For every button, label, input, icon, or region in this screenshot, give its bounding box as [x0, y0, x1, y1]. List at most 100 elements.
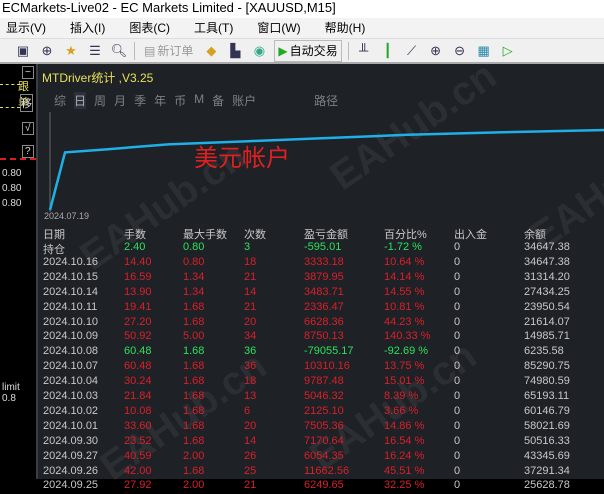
- tab-3[interactable]: 月: [114, 92, 126, 109]
- zoom-out-icon[interactable]: ⊖: [451, 42, 469, 60]
- tab-1[interactable]: 日: [74, 92, 87, 109]
- cell: 20: [244, 419, 257, 432]
- cell: 23950.54: [524, 300, 570, 313]
- cell: 0: [454, 360, 461, 373]
- cell: 16.24 %: [384, 449, 425, 462]
- cell: 11662.56: [304, 464, 350, 477]
- metaeditor-icon[interactable]: ◆: [202, 42, 220, 60]
- cell: 次数: [244, 229, 266, 241]
- tab-4[interactable]: 季: [134, 92, 146, 109]
- cell: 31314.20: [524, 270, 570, 283]
- cell: 1.68: [183, 360, 205, 373]
- tab-0[interactable]: 综: [54, 92, 66, 109]
- cell: 10310.16: [304, 360, 350, 373]
- zoom-in-icon[interactable]: ⊕: [427, 42, 445, 60]
- cell: 26: [244, 449, 257, 462]
- cell: 2024.10.15: [43, 270, 99, 283]
- auto-trading-icon: ▶: [278, 43, 288, 58]
- cell: 2.40: [124, 241, 146, 253]
- lot-value: 0.80: [2, 183, 22, 194]
- tab-9[interactable]: 账户: [232, 92, 256, 109]
- tab-8[interactable]: 备: [212, 92, 224, 109]
- menu-tools[interactable]: 工具(T): [194, 21, 233, 35]
- tab-6[interactable]: 币: [174, 92, 186, 109]
- table-row: 2024.09.26 42.00 1.68 25 11662.56 45.51 % 0 372…: [43, 465, 603, 480]
- menu-window[interactable]: 窗口(W): [257, 21, 300, 35]
- cell: 1.68: [183, 375, 205, 388]
- cell: 5046.32: [304, 390, 344, 402]
- bar-chart-icon[interactable]: ╨: [355, 42, 373, 60]
- terminal-icon[interactable]: ▙: [226, 42, 244, 60]
- cell: 34: [244, 330, 257, 343]
- cell: 25: [244, 464, 257, 477]
- line-chart-icon[interactable]: ⟋: [403, 42, 421, 60]
- cell: 2024.10.04: [43, 375, 99, 388]
- cell: 65193.11: [524, 390, 570, 402]
- menu-insert[interactable]: 插入(I): [70, 21, 105, 35]
- table-row: 2024.09.27 40.59 2.00 26 6054.35 16.24 % 0 4334…: [43, 450, 603, 465]
- check-button[interactable]: √: [22, 122, 34, 135]
- menu-charts[interactable]: 图表(C): [129, 21, 170, 35]
- crosshair-icon[interactable]: ⊕: [38, 42, 56, 60]
- move-button[interactable]: 移: [20, 94, 33, 112]
- cell: 8.39 %: [384, 390, 419, 402]
- cell: 27.92: [124, 479, 152, 492]
- cell: 0: [454, 330, 461, 343]
- navigator-icon[interactable]: ☰: [86, 42, 104, 60]
- cell: 50.92: [124, 330, 152, 343]
- signals-icon[interactable]: ◉: [250, 42, 268, 60]
- autoscroll-icon[interactable]: ▷: [499, 42, 517, 60]
- cell: 32.25 %: [384, 479, 425, 492]
- cell: 21: [244, 479, 257, 492]
- cell: 27434.25: [524, 285, 570, 298]
- cell: 余额: [524, 229, 546, 241]
- cell: 0.80: [183, 255, 205, 268]
- cell: 21: [244, 300, 257, 313]
- new-order-button[interactable]: ▤ 新订单: [141, 41, 196, 61]
- cell: 1.68: [183, 390, 205, 402]
- cell: 15.01 %: [384, 375, 425, 388]
- divider: [347, 41, 349, 60]
- cell: 1.68: [183, 434, 205, 447]
- favorites-icon[interactable]: ★: [62, 42, 80, 60]
- cell: 2125.10: [304, 404, 344, 417]
- cell: 盈亏金额: [304, 229, 348, 241]
- tab-2[interactable]: 周: [94, 92, 106, 109]
- period-tabs: 综日周月季年币 M 备账户 路径: [54, 92, 338, 109]
- cell: 2024.10.09: [43, 330, 99, 343]
- cell: 2.00: [183, 449, 205, 462]
- new-chart-icon[interactable]: ▣: [14, 42, 32, 60]
- cell: 21614.07: [524, 315, 570, 328]
- cell: 2024.10.14: [43, 285, 99, 298]
- auto-trading-label: 自动交易: [289, 44, 338, 58]
- cell: 19.41: [124, 300, 152, 313]
- auto-trading-button[interactable]: ▶ 自动交易: [274, 39, 342, 62]
- cell: 44.23 %: [384, 315, 425, 328]
- cell: 9787.48: [304, 375, 344, 388]
- cell: 85290.75: [524, 360, 570, 373]
- tab-5[interactable]: 年: [154, 92, 166, 109]
- window-title: ECMarkets-Live02 - EC Markets Limited - …: [0, 0, 604, 18]
- cell: 2.00: [183, 479, 205, 492]
- new-order-label: 新订单: [157, 44, 194, 58]
- cell: 0: [454, 285, 461, 298]
- tester-icon[interactable]: 🔍︎: [110, 42, 128, 60]
- menu-view[interactable]: 显示(V): [6, 21, 46, 35]
- cell: 0: [454, 315, 461, 328]
- cell: 2024.10.02: [43, 404, 99, 417]
- minimize-button[interactable]: −: [22, 66, 34, 79]
- cell: 60.48: [124, 360, 152, 373]
- tab-7[interactable]: M: [194, 92, 204, 109]
- cell: 2024.09.26: [43, 464, 99, 477]
- cell: 1.68: [183, 404, 205, 417]
- limit-label: limit 0.8: [2, 382, 20, 404]
- tab-10[interactable]: 路径: [314, 92, 338, 109]
- menu-help[interactable]: 帮助(H): [325, 21, 366, 35]
- lot-value: 0.80: [2, 168, 22, 179]
- cell: 3333.18: [304, 255, 344, 268]
- cell: 3: [244, 241, 251, 253]
- cell: 手数: [124, 229, 146, 241]
- candlestick-icon[interactable]: ┃: [379, 42, 397, 60]
- menu-bar: 显示(V) 插入(I) 图表(C) 工具(T) 窗口(W) 帮助(H): [0, 18, 604, 38]
- help-button[interactable]: ?: [22, 145, 34, 158]
